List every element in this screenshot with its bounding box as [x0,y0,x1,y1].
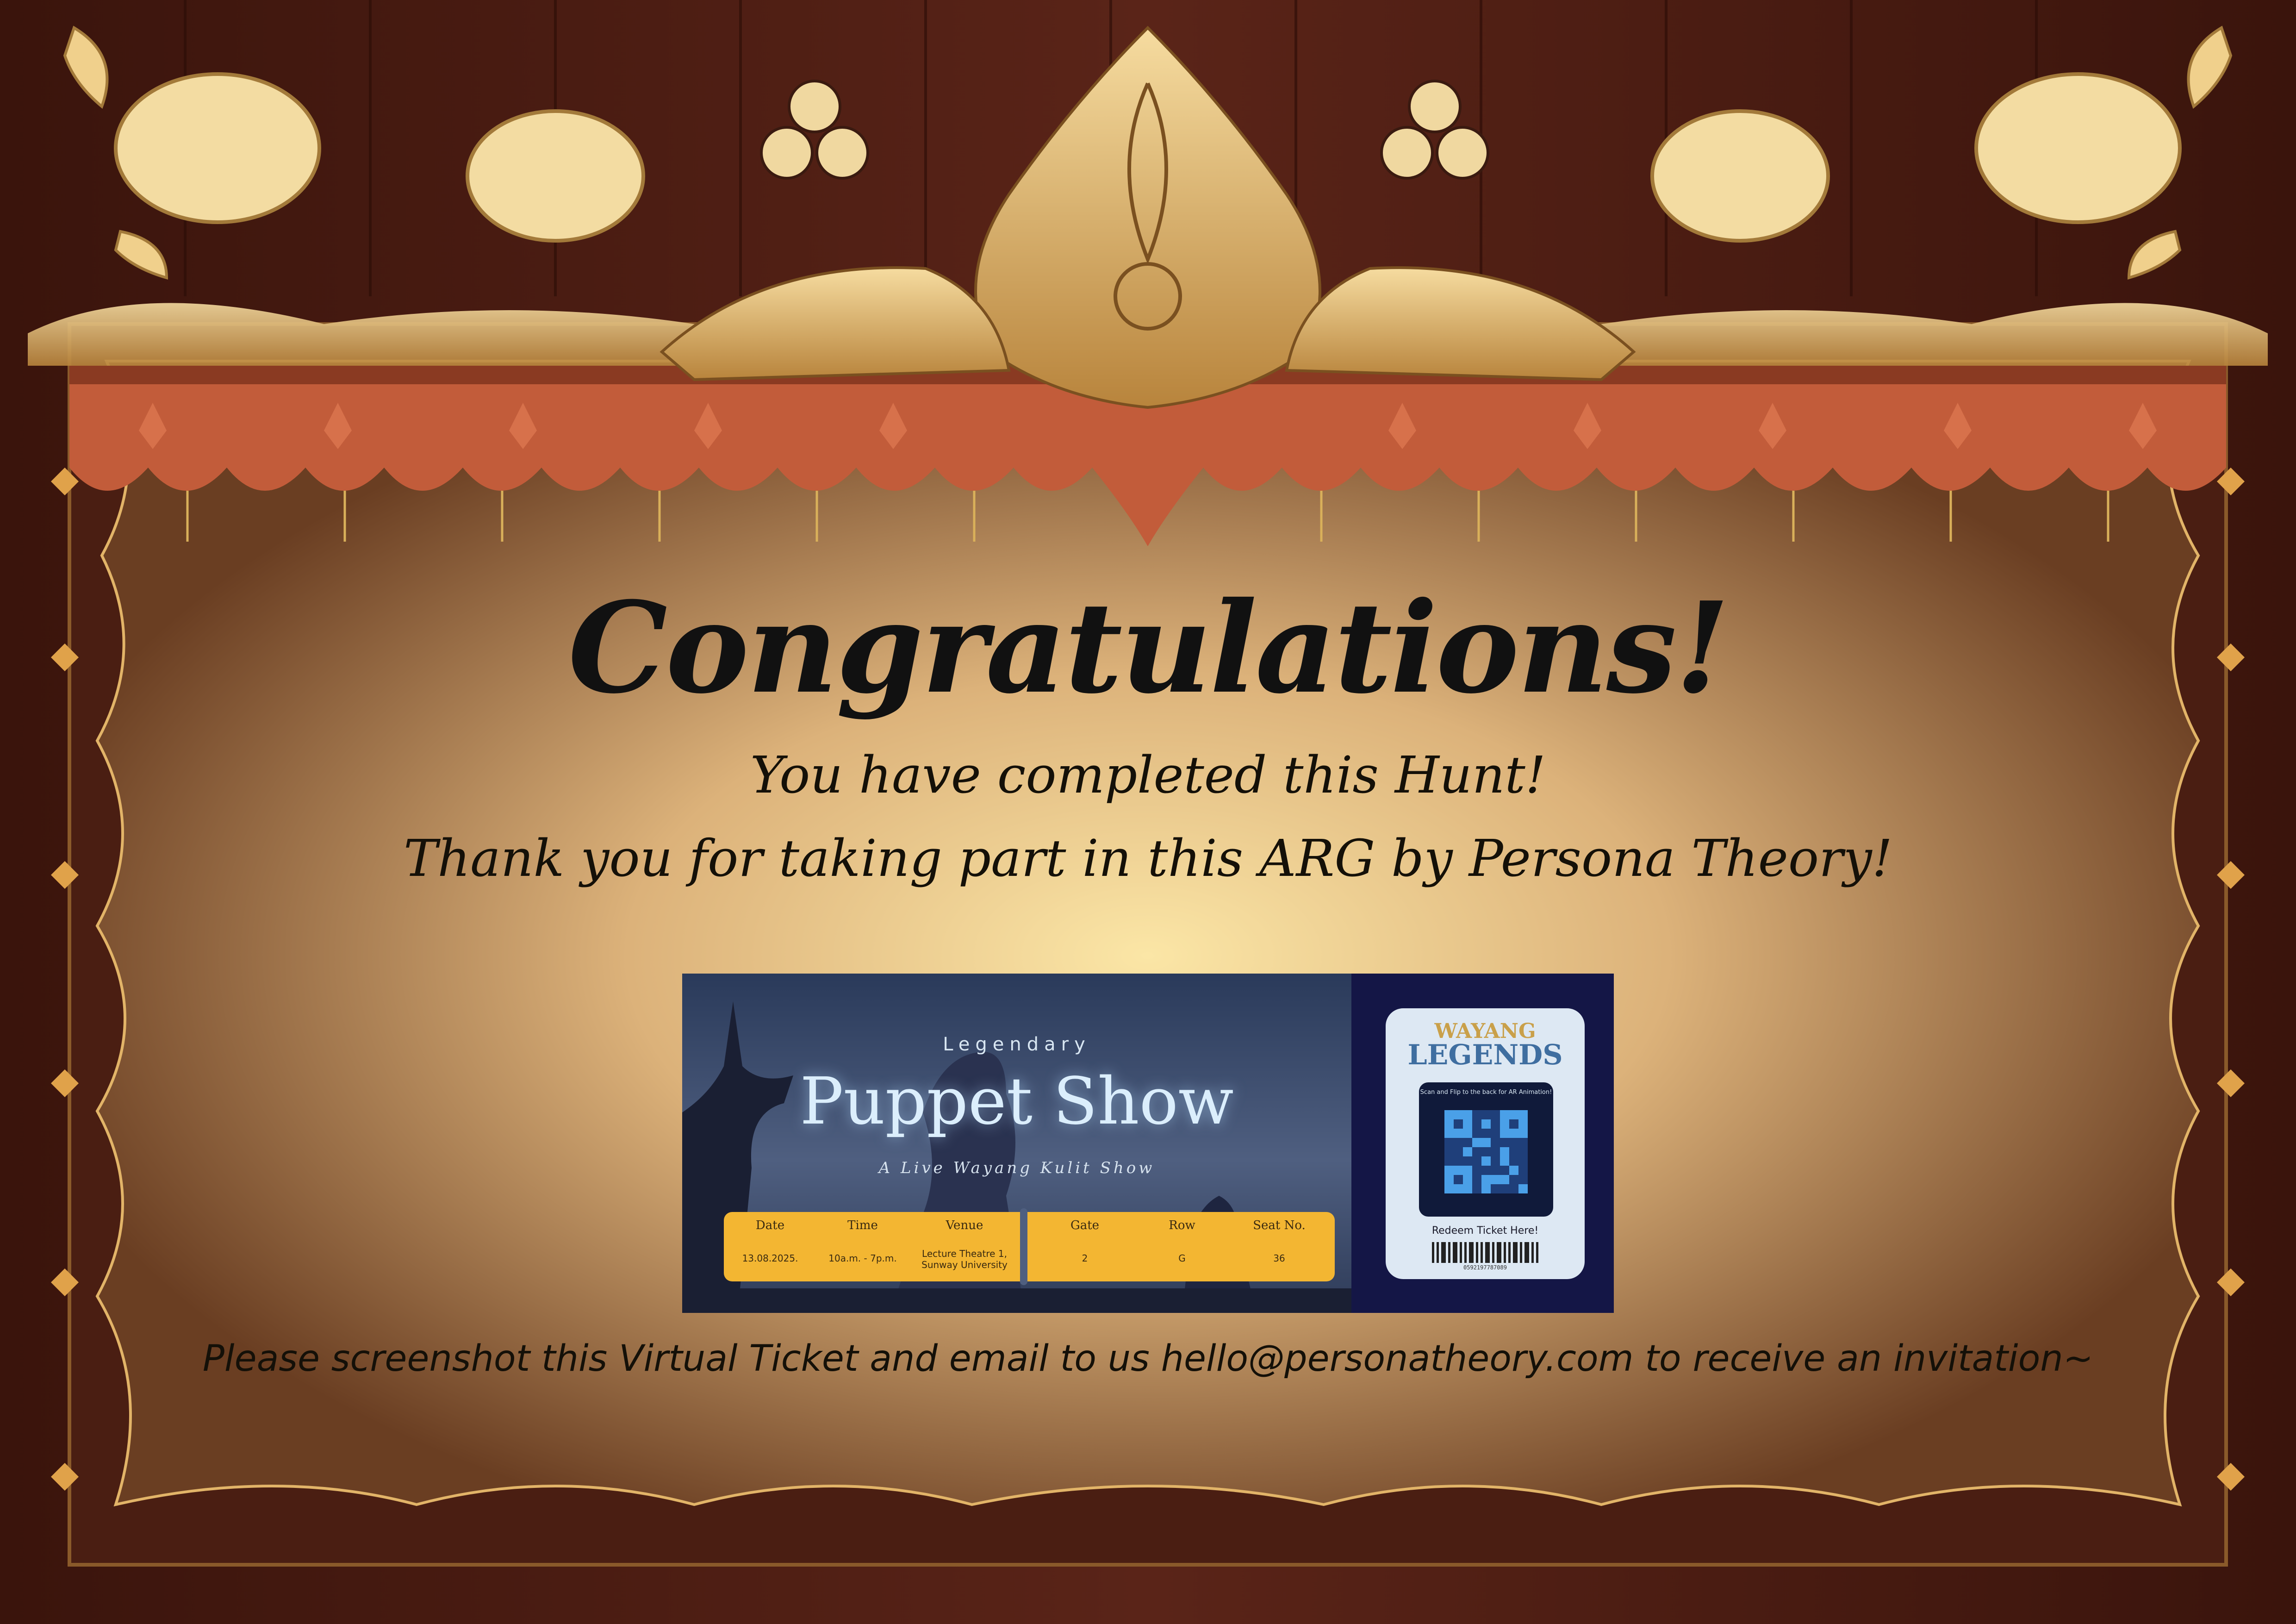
instructions-text: Please screenshot this Virtual Ticket an… [202,1338,2094,1380]
ticket-field-date: Date 13.08.2025. [742,1218,798,1264]
certificate-page: Congratulations! You have completed this… [0,0,2296,1624]
virtual-ticket: Legendary Puppet Show A Live Wayang Kuli… [682,974,1614,1313]
ticket-subtitle: A Live Wayang Kulit Show [878,1159,1155,1177]
ticket-divider [1020,1208,1027,1285]
ticket-field-time: Time 10a.m. - 7p.m. [828,1218,897,1264]
qr-code-icon[interactable]: Scan and Flip to the back for AR Animati… [1419,1082,1553,1217]
qr-pattern [1444,1110,1528,1193]
ticket-eyebrow: Legendary [943,1034,1091,1055]
barcode-icon [1432,1242,1538,1263]
ticket-main: Legendary Puppet Show A Live Wayang Kuli… [682,974,1351,1313]
redeem-label: Redeem Ticket Here! [1431,1225,1539,1237]
background-frame [0,0,2296,1624]
barcode-number: 0592197787089 [1463,1264,1507,1271]
ticket-logo-line2: LEGENDS [1407,1039,1563,1071]
ticket-field-gate: Gate 2 [1070,1218,1100,1264]
ticket-details-bar: Date 13.08.2025. Time 10a.m. - 7p.m. Ven… [724,1208,1335,1285]
thank-you-message: Thank you for taking part in this ARG by… [403,829,1893,888]
page-title: Congratulations! [568,574,1730,721]
ticket-show-title: Puppet Show [800,1064,1234,1139]
completion-message: You have completed this Hunt! [750,745,1546,805]
ticket-field-venue: Venue Lecture Theatre 1, Sunway Universi… [921,1218,1008,1270]
qr-caption: Scan and Flip to the back for AR Animati… [1420,1089,1552,1096]
ticket-field-row: Row G [1169,1218,1195,1264]
ticket-field-seat: Seat No. 36 [1253,1218,1306,1264]
ticket-stub-card: WAYANG LEGENDS Scan and Flip to the back… [1386,1008,1585,1279]
